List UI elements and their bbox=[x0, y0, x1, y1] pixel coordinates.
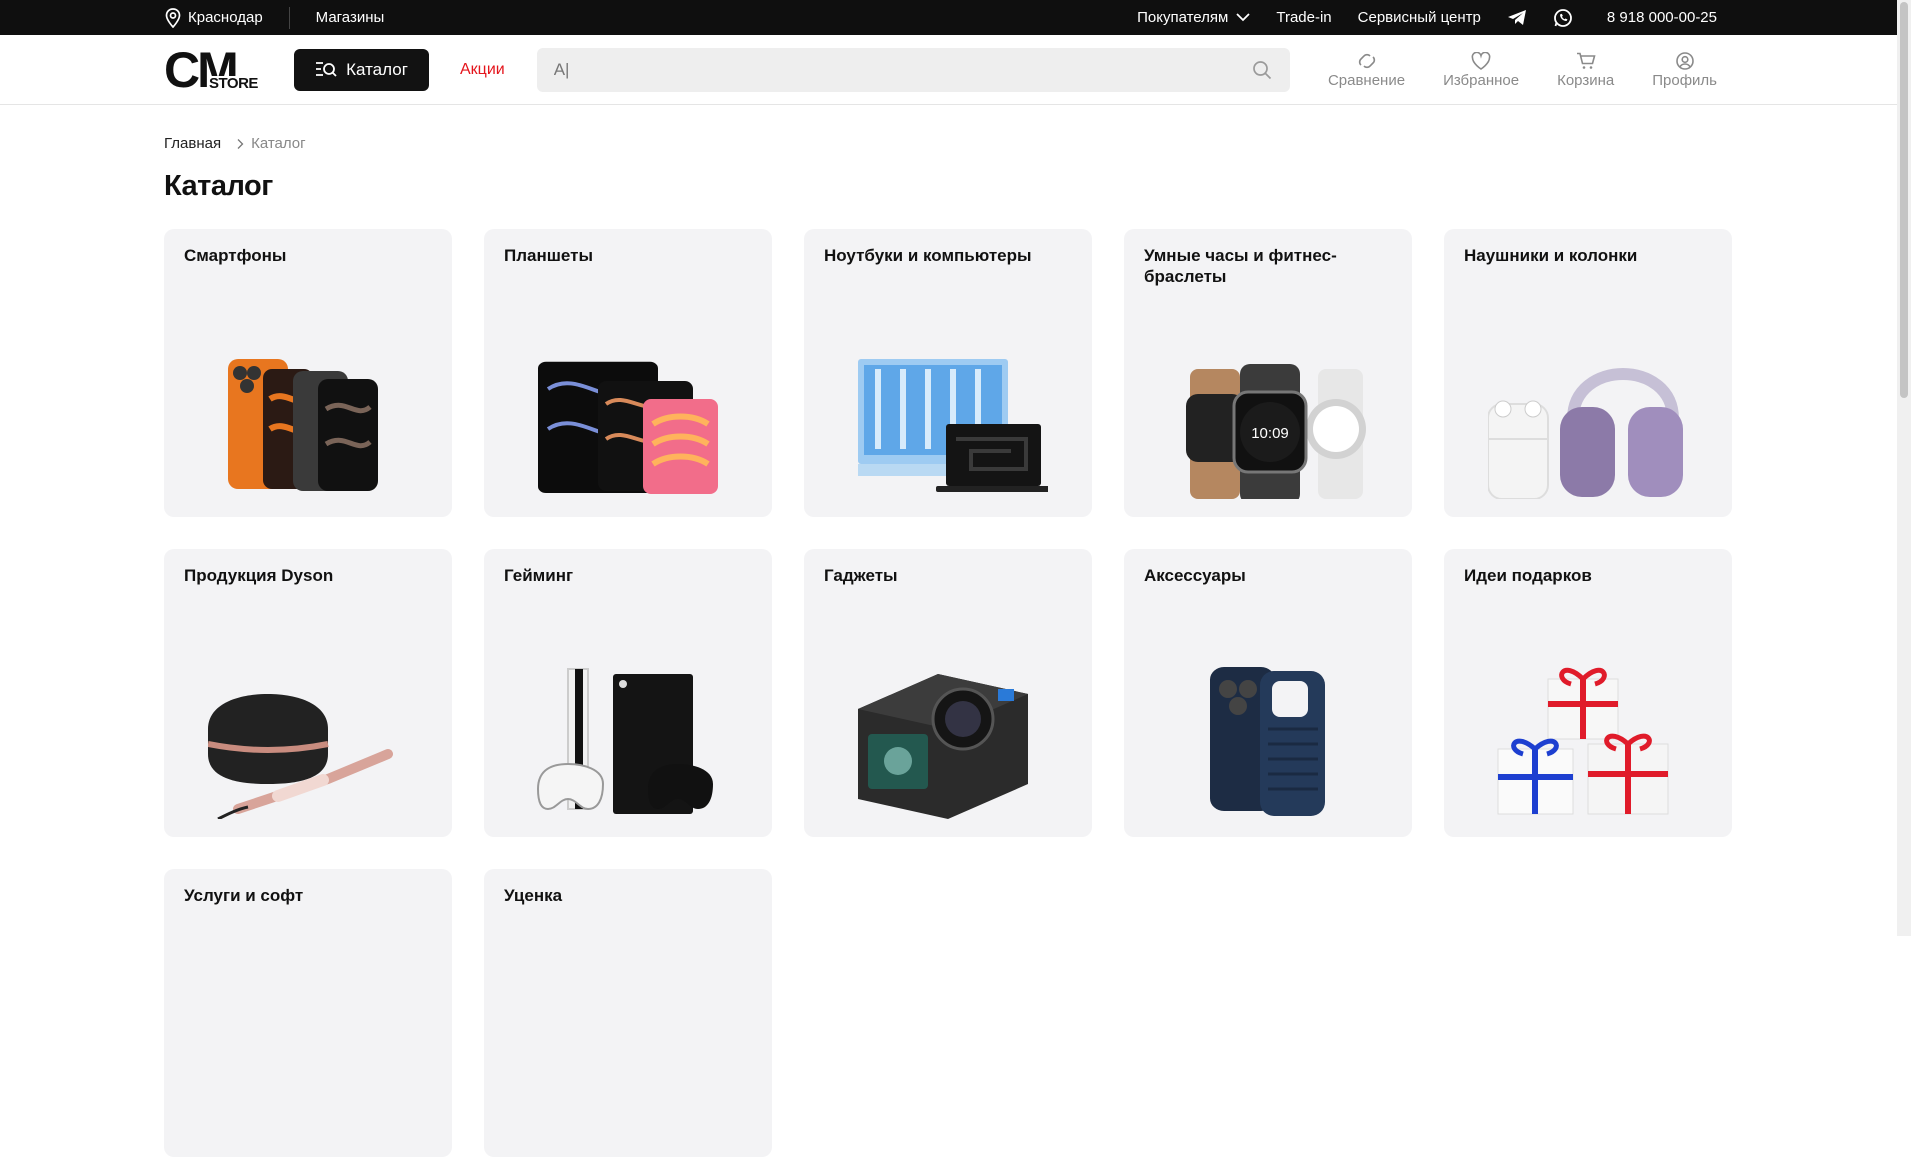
category-title: Гейминг bbox=[504, 566, 574, 585]
category-title: Услуги и софт bbox=[184, 886, 304, 905]
buyers-menu[interactable]: Покупателям bbox=[1137, 9, 1250, 26]
promo-link[interactable]: Акции bbox=[460, 61, 505, 79]
category-card-dyson[interactable]: Продукция Dyson bbox=[164, 549, 452, 837]
search-input[interactable] bbox=[536, 48, 1290, 92]
city-selector[interactable]: Краснодар bbox=[164, 6, 290, 29]
category-card-laptops[interactable]: Ноутбуки и компьютеры bbox=[804, 229, 1092, 517]
category-title: Продукция Dyson bbox=[184, 566, 334, 585]
breadcrumb: Главная Каталог bbox=[164, 135, 306, 152]
gaming-image bbox=[536, 668, 713, 814]
category-card-services[interactable]: Услуги и софт bbox=[164, 869, 452, 1157]
category-title: Ноутбуки и компьютеры bbox=[824, 246, 1032, 265]
category-grid: Смартфоны Планшеты Ноутбуки и компьютеры bbox=[164, 229, 1732, 1157]
category-card-gaming[interactable]: Гейминг bbox=[484, 549, 772, 837]
category-title: Гаджеты bbox=[824, 566, 898, 585]
cart-icon bbox=[1576, 52, 1596, 69]
favorites-label: Избранное bbox=[1443, 71, 1520, 89]
main-header: CM STORE Каталог Акции Сравнение Избранн… bbox=[0, 35, 1897, 105]
laptops-image bbox=[858, 359, 1048, 492]
breadcrumb-home[interactable]: Главная bbox=[164, 135, 221, 152]
profile-button[interactable]: Профиль bbox=[1652, 51, 1717, 89]
gadgets-image bbox=[858, 674, 1028, 819]
category-card-discount[interactable]: Уценка bbox=[484, 869, 772, 1157]
catalog-search-icon bbox=[316, 62, 337, 77]
breadcrumb-current: Каталог bbox=[251, 135, 306, 152]
compare-button[interactable]: Сравнение bbox=[1328, 52, 1405, 89]
dyson-image bbox=[208, 694, 393, 819]
store-logo[interactable]: CM STORE bbox=[164, 42, 264, 98]
phone-link[interactable]: 8 918 000-00-25 bbox=[1607, 9, 1717, 26]
stores-link[interactable]: Магазины bbox=[290, 9, 385, 26]
search-icon[interactable] bbox=[1252, 60, 1272, 80]
category-card-smartwatches[interactable]: Умные часы и фитнес-браслеты 10:09 bbox=[1124, 229, 1412, 517]
service-link[interactable]: Сервисный центр bbox=[1358, 9, 1481, 26]
category-title: Аксессуары bbox=[1144, 566, 1246, 585]
top-bar: Краснодар Магазины Покупателям Trade-in … bbox=[0, 0, 1897, 35]
smartphones-image bbox=[228, 359, 378, 491]
heart-icon bbox=[1471, 51, 1491, 70]
chevron-down-icon bbox=[1236, 13, 1250, 22]
compare-label: Сравнение bbox=[1327, 71, 1406, 89]
page-title: Каталог bbox=[164, 170, 273, 202]
category-card-headphones[interactable]: Наушники и колонки bbox=[1444, 229, 1732, 517]
category-title: Уценка bbox=[504, 886, 563, 905]
catalog-button-label: Каталог bbox=[346, 60, 408, 79]
page-scrollbar[interactable] bbox=[1897, 0, 1911, 936]
smartwatches-image: 10:09 bbox=[1186, 364, 1366, 499]
category-title: Планшеты bbox=[504, 246, 593, 265]
headphones-image bbox=[1488, 368, 1683, 499]
chevron-right-icon bbox=[237, 138, 244, 149]
cart-button[interactable]: Корзина bbox=[1557, 52, 1614, 89]
catalog-button[interactable]: Каталог bbox=[294, 49, 429, 91]
category-title: Наушники и колонки bbox=[1464, 246, 1638, 265]
category-card-accessories[interactable]: Аксессуары bbox=[1124, 549, 1412, 837]
compare-icon bbox=[1358, 53, 1375, 68]
svg-text:10:09: 10:09 bbox=[1251, 425, 1289, 442]
category-card-gadgets[interactable]: Гаджеты bbox=[804, 549, 1092, 837]
category-title: Смартфоны bbox=[184, 246, 287, 265]
search-box bbox=[536, 48, 1290, 92]
category-title: Умные часы и фитнес-браслеты bbox=[1144, 246, 1337, 286]
cart-label: Корзина bbox=[1557, 71, 1615, 89]
telegram-icon[interactable] bbox=[1507, 9, 1527, 26]
logo-sub-text: STORE bbox=[208, 75, 259, 92]
profile-label: Профиль bbox=[1652, 71, 1717, 89]
accessories-image bbox=[1210, 667, 1325, 816]
tablets-image bbox=[538, 361, 718, 494]
location-pin-icon bbox=[165, 7, 181, 28]
whatsapp-icon[interactable] bbox=[1553, 8, 1573, 28]
favorites-button[interactable]: Избранное bbox=[1443, 51, 1520, 89]
tradein-link[interactable]: Trade-in bbox=[1276, 9, 1331, 26]
category-title: Идеи подарков bbox=[1464, 566, 1592, 585]
scrollbar-thumb[interactable] bbox=[1900, 2, 1908, 398]
category-card-gifts[interactable]: Идеи подарков bbox=[1444, 549, 1732, 837]
gifts-image bbox=[1497, 667, 1669, 815]
category-card-tablets[interactable]: Планшеты bbox=[484, 229, 772, 517]
buyers-label: Покупателям bbox=[1137, 9, 1229, 26]
city-label: Краснодар bbox=[188, 9, 263, 26]
profile-icon bbox=[1675, 51, 1694, 70]
category-card-smartphones[interactable]: Смартфоны bbox=[164, 229, 452, 517]
